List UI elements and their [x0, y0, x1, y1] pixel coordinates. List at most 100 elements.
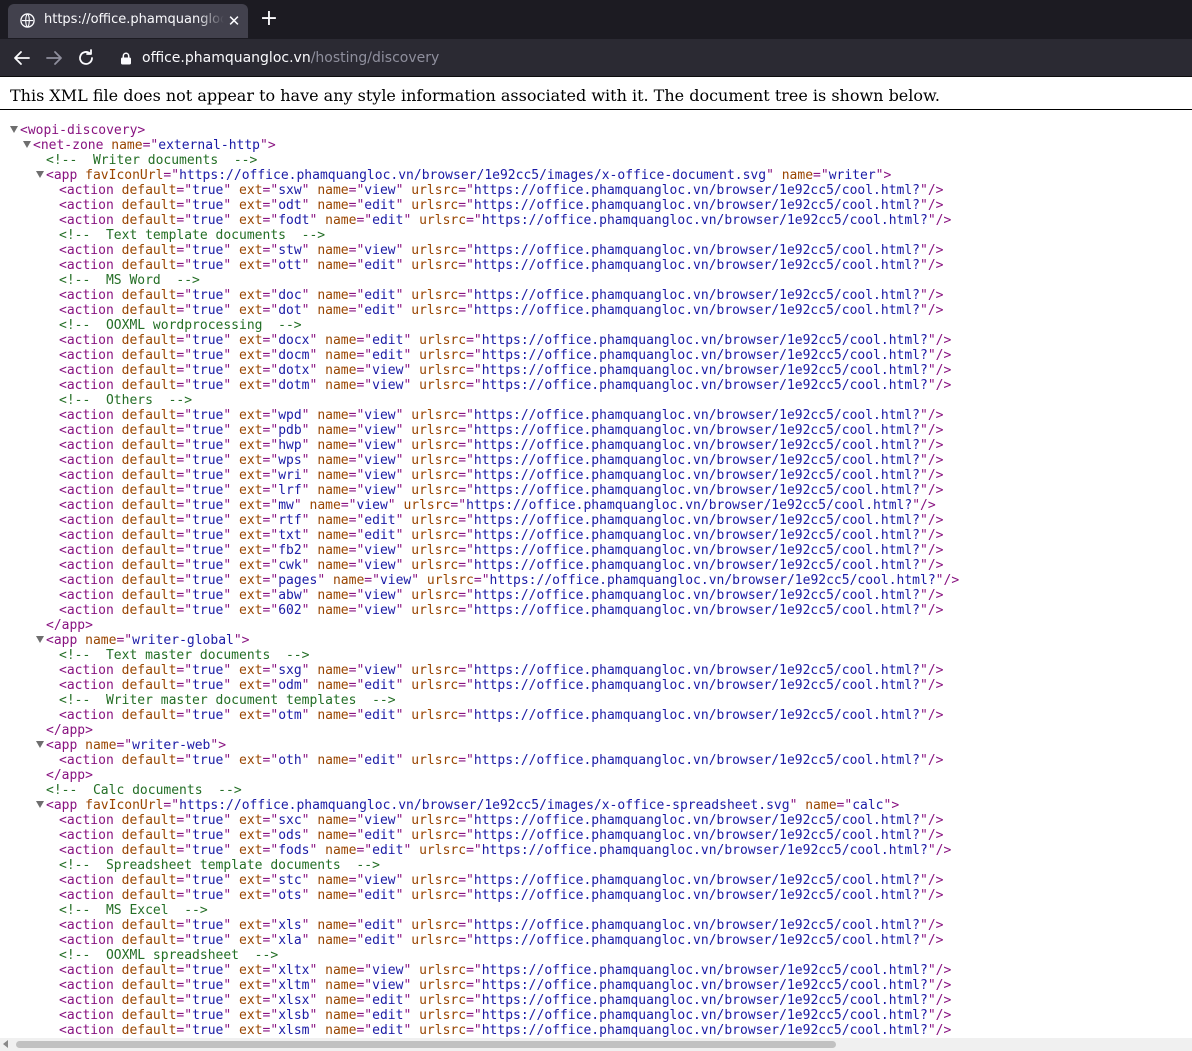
xml-element-line: <action default="true" ext="fb2" name="v… [59, 543, 944, 558]
attr-value: true [192, 408, 224, 423]
triangle-down-icon[interactable] [10, 126, 18, 133]
punct: =" [458, 288, 474, 303]
triangle-down-icon[interactable] [23, 141, 31, 148]
attr-name: name [325, 1008, 357, 1023]
triangle-down-icon[interactable] [36, 636, 44, 643]
xml-element-line: <action default="true" ext="602" name="v… [59, 603, 944, 618]
close-icon[interactable]: ✕ [226, 13, 242, 29]
horizontal-scrollbar[interactable] [0, 1038, 1192, 1051]
punct: =" [176, 363, 193, 378]
attr-name: urlsrc [419, 843, 467, 858]
punct: "/> [920, 453, 944, 468]
arrow-left-icon[interactable] [11, 47, 33, 69]
attr-value: fodt [278, 213, 310, 228]
attr-name: name [317, 243, 349, 258]
attr-value: true [192, 843, 224, 858]
attr-name: ext [239, 1023, 263, 1038]
punct: " [403, 333, 420, 348]
tag-name: <action [59, 753, 114, 768]
punct: "/> [920, 918, 944, 933]
xml-element-line: <action default="true" ext="stw" name="v… [59, 243, 944, 258]
tag-name: <action [59, 213, 114, 228]
attr-name: urlsrc [411, 813, 459, 828]
punct: " [223, 918, 240, 933]
punct: " [301, 528, 318, 543]
punct: =" [458, 813, 474, 828]
attr-name: urlsrc [419, 1008, 467, 1023]
attr-value: edit [372, 1023, 404, 1038]
plus-icon[interactable]: + [258, 8, 280, 31]
attr-value: true [192, 513, 224, 528]
attr-name: default [121, 348, 177, 363]
attr-value: https://office.phamquangloc.vn/browser/1… [473, 588, 921, 603]
attr-name: default [121, 558, 177, 573]
punct: =" [176, 663, 193, 678]
attr-value: true [192, 873, 224, 888]
punct: =" [176, 438, 193, 453]
attr-value: true [192, 1023, 224, 1038]
attr-value: pages [278, 573, 318, 588]
punct: =" [348, 888, 365, 903]
tag-name: <action [59, 498, 114, 513]
attr-value: true [192, 963, 224, 978]
attr-value: view [364, 243, 396, 258]
page-content: This XML file does not appear to have an… [0, 78, 1192, 1038]
tag-name [77, 738, 85, 753]
tag-name: <action [59, 243, 114, 258]
attr-name: urlsrc [419, 213, 467, 228]
attr-value: edit [364, 528, 396, 543]
xml-element-line: <action default="true" ext="stc" name="v… [59, 873, 944, 888]
attr-value: https://office.phamquangloc.vn/browser/1… [473, 198, 921, 213]
punct: =" [348, 558, 365, 573]
attr-name: name [85, 633, 117, 648]
punct: " [301, 828, 318, 843]
punct: =" [262, 588, 279, 603]
attr-name: ext [239, 963, 263, 978]
punct: "/> [920, 603, 944, 618]
attr-name: name [317, 873, 349, 888]
punct: " [301, 468, 318, 483]
attr-value: xltm [278, 978, 310, 993]
punct: =" [458, 933, 474, 948]
arrow-right-icon[interactable] [43, 47, 65, 69]
punct: =" [356, 213, 373, 228]
attr-name: urlsrc [411, 198, 459, 213]
attr-value: dot [278, 303, 302, 318]
punct: =" [458, 678, 474, 693]
triangle-down-icon[interactable] [36, 741, 44, 748]
punct: " [223, 408, 240, 423]
punct: " [317, 573, 333, 588]
xml-comment-line: <!-- OOXML wordprocessing --> [59, 318, 302, 333]
punct: =" [466, 1008, 482, 1023]
attr-name: name [317, 438, 349, 453]
triangle-down-icon[interactable] [36, 801, 44, 808]
attr-name: name [781, 168, 814, 183]
url-bar[interactable]: office.phamquangloc.vn/hosting/discovery [108, 43, 1192, 73]
triangle-down-icon[interactable] [36, 171, 44, 178]
attr-value: https://office.phamquangloc.vn/browser/1… [179, 168, 767, 183]
lock-icon[interactable] [120, 52, 132, 65]
url-text[interactable]: office.phamquangloc.vn/hosting/discovery [142, 50, 439, 66]
xml-element-line: <action default="true" ext="doc" name="e… [59, 288, 944, 303]
attr-value: true [192, 468, 224, 483]
tag-name: <action [59, 423, 114, 438]
punct: =" [262, 303, 279, 318]
scroll-left-icon[interactable] [3, 1040, 8, 1048]
attr-value: https://office.phamquangloc.vn/browser/1… [473, 558, 921, 573]
attr-value: stw [278, 243, 302, 258]
reload-icon[interactable] [75, 47, 97, 69]
scrollbar-thumb[interactable] [16, 1041, 836, 1048]
punct: " [223, 1008, 240, 1023]
xml-element-line: <action default="true" ext="docx" name="… [59, 333, 951, 348]
punct: " [223, 423, 240, 438]
punct: =" [262, 933, 279, 948]
attr-value: true [192, 198, 224, 213]
browser-tab[interactable]: https://office.phamquangloc ✕ [8, 4, 248, 38]
tag-name: <net-zone [33, 138, 104, 153]
